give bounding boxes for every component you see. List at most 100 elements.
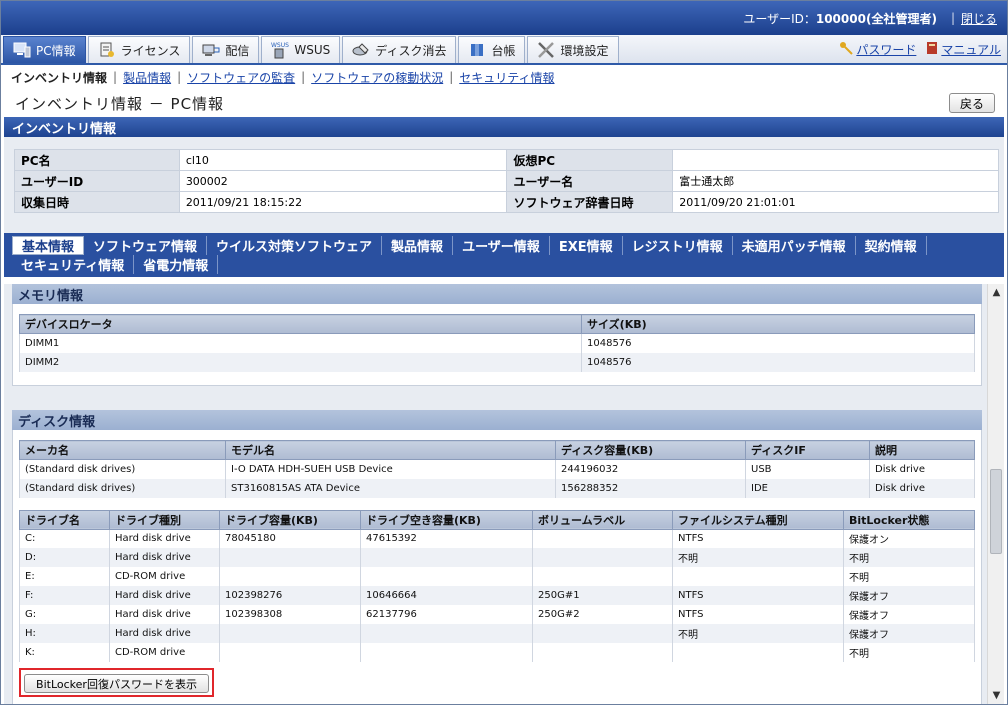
tab-label: 配信 xyxy=(225,43,250,58)
bitlocker-recovery-password-button[interactable]: BitLocker回復パスワードを表示 xyxy=(24,674,209,693)
table-cell: 47615392 xyxy=(360,529,533,548)
tab-contract-info[interactable]: 契約情報 xyxy=(856,236,927,255)
tab-pc-info[interactable]: PC情報 xyxy=(3,36,86,63)
tab-label: ライセンス xyxy=(120,43,181,58)
table-cell: F: xyxy=(19,586,110,605)
table-row: DIMM2 1048576 xyxy=(19,352,975,372)
tab-antivirus[interactable]: ウイルス対策ソフトウェア xyxy=(207,236,383,255)
scroll-thumb[interactable] xyxy=(990,469,1002,554)
disk-erase-icon xyxy=(352,41,370,59)
table-cell xyxy=(532,548,673,567)
manual-link[interactable]: マニュアル xyxy=(926,41,1001,58)
table-cell: D: xyxy=(19,548,110,567)
scroll-down-icon[interactable]: ▼ xyxy=(988,687,1004,704)
table-cell xyxy=(532,567,673,586)
table-header-row: メーカ名 モデル名 ディスク容量(KB) ディスクIF 説明 xyxy=(19,440,975,460)
user-id-display: ユーザーID：100000(全社管理者) xyxy=(743,10,937,27)
table-cell: 不明 xyxy=(843,643,975,662)
tab-security-info[interactable]: セキュリティ情報 xyxy=(12,255,135,274)
disk-section-header: ディスク情報 xyxy=(12,410,982,430)
table-cell: E: xyxy=(19,567,110,586)
close-link[interactable]: 閉じる xyxy=(961,10,997,27)
table-cell: (Standard disk drives) xyxy=(19,459,226,479)
password-link[interactable]: パスワード xyxy=(839,41,916,58)
tab-disk-erase[interactable]: ディスク消去 xyxy=(342,36,457,63)
subnav-software-audit[interactable]: ソフトウェアの監査 xyxy=(187,69,295,86)
table-row: D: Hard disk drive 不明 不明 xyxy=(19,548,975,567)
table-cell: H: xyxy=(19,624,110,643)
tab-unapplied-patch[interactable]: 未適用パッチ情報 xyxy=(733,236,856,255)
tab-label: ディスク消去 xyxy=(375,43,447,58)
tab-exe-info[interactable]: EXE情報 xyxy=(550,236,623,255)
table-cell: DIMM1 xyxy=(19,333,582,353)
subnav-security-info[interactable]: セキュリティ情報 xyxy=(459,69,554,86)
table-cell: Disk drive xyxy=(869,459,975,479)
table-cell xyxy=(532,529,673,548)
table-cell: 250G#1 xyxy=(532,586,673,605)
column-header: メーカ名 xyxy=(19,440,226,460)
table-cell: CD-ROM drive xyxy=(109,567,220,586)
table-cell: 不明 xyxy=(672,624,844,643)
drive-table-body: C: Hard disk drive 78045180 47615392 NTFS 保護オ… xyxy=(19,529,975,662)
tab-user-info[interactable]: ユーザー情報 xyxy=(453,236,550,255)
table-row: DIMM1 1048576 xyxy=(19,333,975,353)
tab-delivery[interactable]: 配信 xyxy=(192,36,260,63)
tab-ledger[interactable]: 台帳 xyxy=(458,36,526,63)
tab-label: WSUS xyxy=(294,43,331,57)
tab-product-info[interactable]: 製品情報 xyxy=(382,236,454,255)
tab-basic-info[interactable]: 基本情報 xyxy=(12,236,85,255)
disk-section: メーカ名 モデル名 ディスク容量(KB) ディスクIF 説明 (Standard… xyxy=(12,430,982,704)
table-row: (Standard disk drives) I-O DATA HDH-SUEH … xyxy=(19,459,975,479)
table-cell: 156288352 xyxy=(555,478,746,498)
subnav-product-info[interactable]: 製品情報 xyxy=(123,69,171,86)
detail-tab-bar: 基本情報 ソフトウェア情報 ウイルス対策ソフトウェア 製品情報 ユーザー情報 E… xyxy=(4,233,1004,277)
table-cell xyxy=(360,643,533,662)
column-header: ファイルシステム種別 xyxy=(672,509,844,530)
top-bar: ユーザーID：100000(全社管理者) | 閉じる xyxy=(1,1,1007,35)
table-cell: CD-ROM drive xyxy=(109,643,220,662)
table-cell xyxy=(532,643,673,662)
separator: | xyxy=(113,70,118,84)
tab-license[interactable]: ライセンス xyxy=(87,36,191,63)
table-cell: Hard disk drive xyxy=(109,605,220,624)
table-row: (Standard disk drives) ST3160815AS ATA De… xyxy=(19,478,975,498)
user-id-label: ユーザーID： xyxy=(743,11,816,26)
table-cell: 1048576 xyxy=(581,352,975,372)
subnav-software-status[interactable]: ソフトウェアの稼動状況 xyxy=(311,69,443,86)
table-row: F: Hard disk drive 102398276 10646664 250G#1… xyxy=(19,586,975,605)
bitlocker-button-highlight: BitLocker回復パスワードを表示 xyxy=(19,668,214,697)
dictionary-date-value: 2011/09/20 21:01:01 xyxy=(672,191,999,213)
table-row: E: CD-ROM drive 不明 xyxy=(19,567,975,586)
delivery-icon xyxy=(202,41,220,59)
table-cell: Hard disk drive xyxy=(109,548,220,567)
memory-table: デバイスロケータ サイズ(KB) DIMM1 1048576 DIMM2 104857… xyxy=(19,314,975,372)
detail-content: メモリ情報 デバイスロケータ サイズ(KB) DIMM1 1048576 DIMM2… xyxy=(4,284,1004,704)
tab-software-info[interactable]: ソフトウェア情報 xyxy=(84,236,208,255)
user-name-value: 富士通太郎 xyxy=(672,170,999,192)
tab-wsus[interactable]: WSUS WSUS xyxy=(261,36,341,63)
vertical-scrollbar[interactable]: ▲ ▼ xyxy=(987,284,1004,704)
table-cell: 10646664 xyxy=(360,586,533,605)
table-cell xyxy=(219,624,361,643)
table-cell: 保護オフ xyxy=(843,605,975,624)
scroll-up-icon[interactable]: ▲ xyxy=(988,284,1004,301)
table-cell xyxy=(532,624,673,643)
tab-label: 台帳 xyxy=(491,43,516,58)
table-cell: 不明 xyxy=(843,548,975,567)
table-header-row: ドライブ名 ドライブ種別 ドライブ容量(KB) ドライブ空き容量(KB) ボリュ… xyxy=(19,509,975,530)
tab-registry-info[interactable]: レジストリ情報 xyxy=(623,236,733,255)
table-cell xyxy=(360,624,533,643)
column-header: ドライブ容量(KB) xyxy=(219,509,361,530)
detail-inner: メモリ情報 デバイスロケータ サイズ(KB) DIMM1 1048576 DIMM2… xyxy=(12,284,982,704)
table-cell xyxy=(219,548,361,567)
column-header: サイズ(KB) xyxy=(581,314,975,334)
back-button[interactable]: 戻る xyxy=(948,93,995,113)
inventory-header: インベントリ情報 xyxy=(4,117,1004,137)
tab-power-saving[interactable]: 省電力情報 xyxy=(134,255,219,274)
table-cell: C: xyxy=(19,529,110,548)
subnav-current: インベントリ情報 xyxy=(11,70,108,85)
tab-settings[interactable]: 環境設定 xyxy=(527,36,619,63)
top-links: パスワード マニュアル xyxy=(839,41,1001,58)
table-cell: Disk drive xyxy=(869,478,975,498)
